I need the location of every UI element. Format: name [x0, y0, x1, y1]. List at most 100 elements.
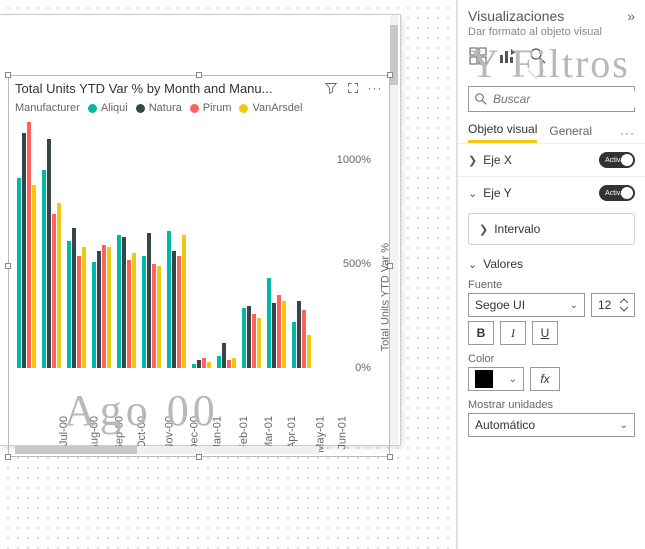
resize-handle-br[interactable] — [387, 454, 393, 460]
bar[interactable] — [107, 247, 111, 368]
page-scrollbar[interactable] — [390, 15, 398, 445]
search-box[interactable] — [468, 86, 635, 112]
legend-item[interactable]: VanArsdel — [239, 102, 302, 114]
resize-handle-bl[interactable] — [5, 454, 11, 460]
search-input[interactable] — [491, 91, 645, 107]
focus-mode-icon[interactable] — [345, 80, 361, 96]
bar[interactable] — [267, 278, 271, 368]
format-visual-icon[interactable] — [498, 46, 518, 66]
bar[interactable] — [292, 322, 296, 368]
subsection-intervalo[interactable]: ❯ Intervalo — [468, 213, 635, 245]
bar-group — [17, 122, 36, 368]
bar[interactable] — [92, 262, 96, 368]
bar[interactable] — [32, 185, 36, 368]
font-family-dropdown[interactable]: Segoe UI ⌄ — [468, 293, 585, 317]
display-units-dropdown[interactable]: Automático ⌄ — [468, 413, 635, 437]
bar[interactable] — [42, 170, 46, 368]
bar[interactable] — [127, 260, 131, 368]
bar[interactable] — [77, 256, 81, 369]
subsection-valores-header[interactable]: ⌄ Valores — [458, 249, 645, 275]
bar[interactable] — [132, 253, 136, 368]
resize-handle-tr[interactable] — [387, 72, 393, 78]
bar-group — [42, 139, 61, 368]
bar[interactable] — [122, 237, 126, 368]
chart-h-scrollbar[interactable] — [15, 446, 319, 454]
bar[interactable] — [222, 343, 226, 368]
bar[interactable] — [202, 358, 206, 368]
bar[interactable] — [247, 306, 251, 369]
bar[interactable] — [47, 139, 51, 368]
report-canvas[interactable]: Total Units YTD Var % by Month and Manu.… — [0, 0, 455, 549]
bar[interactable] — [17, 178, 21, 368]
bar[interactable] — [307, 335, 311, 368]
bar[interactable] — [227, 360, 231, 368]
bar[interactable] — [72, 228, 76, 368]
bar[interactable] — [282, 301, 286, 368]
expand-panel-icon[interactable]: » — [627, 8, 635, 24]
color-picker[interactable]: ⌄ — [468, 367, 524, 391]
chevron-down-icon: ⌄ — [468, 187, 477, 200]
bar[interactable] — [232, 358, 236, 368]
eje-x-toggle[interactable]: Activado — [599, 152, 635, 168]
bar[interactable] — [22, 133, 26, 368]
tab-general[interactable]: General — [549, 124, 592, 142]
filter-icon[interactable] — [323, 80, 339, 96]
bar[interactable] — [152, 264, 156, 368]
chart-y-axis: Total Units YTD Var % 0%500%1000% — [319, 118, 389, 368]
bar[interactable] — [52, 214, 56, 368]
section-eje-x-header[interactable]: ❯ Eje X Activado — [458, 144, 645, 176]
bar[interactable] — [197, 360, 201, 368]
bar[interactable] — [27, 122, 31, 368]
tab-more-icon[interactable]: ··· — [620, 126, 635, 140]
x-tick-label: Jun-01 — [336, 416, 348, 450]
bar[interactable] — [172, 251, 176, 368]
bar[interactable] — [277, 295, 281, 368]
font-style-controls: B I U — [458, 321, 645, 349]
bar[interactable] — [217, 356, 221, 369]
color-fx-button[interactable]: fx — [530, 367, 560, 391]
visual-container[interactable]: Total Units YTD Var % by Month and Manu.… — [8, 75, 390, 457]
font-controls: Segoe UI ⌄ 12 — [458, 293, 645, 321]
build-visual-icon[interactable] — [468, 46, 488, 66]
more-options-icon[interactable]: ··· — [367, 80, 383, 96]
bar[interactable] — [57, 203, 61, 368]
panel-header: Visualizaciones » — [458, 0, 645, 26]
resize-handle-bm[interactable] — [196, 454, 202, 460]
bar[interactable] — [97, 251, 101, 368]
bar-group — [67, 228, 86, 368]
chart-h-scrollbar-thumb[interactable] — [15, 446, 137, 454]
bar[interactable] — [147, 233, 151, 368]
chart-plot-area[interactable] — [15, 118, 319, 368]
panel-subtitle: Dar formato al objeto visual — [458, 26, 645, 42]
x-tick-label: Apr-01 — [286, 416, 298, 449]
legend-item[interactable]: Pirum — [190, 102, 232, 114]
bar[interactable] — [142, 256, 146, 369]
bar[interactable] — [117, 235, 121, 368]
legend-label: VanArsdel — [252, 102, 302, 114]
eje-y-toggle[interactable]: Activado — [599, 185, 635, 201]
bar[interactable] — [67, 241, 71, 368]
font-size-stepper[interactable]: 12 — [591, 293, 635, 317]
resize-handle-tl[interactable] — [5, 72, 11, 78]
bar[interactable] — [157, 266, 161, 368]
bar[interactable] — [272, 303, 276, 368]
resize-handle-tm[interactable] — [196, 72, 202, 78]
bar[interactable] — [257, 318, 261, 368]
italic-button[interactable]: I — [500, 321, 526, 345]
underline-button[interactable]: U — [532, 321, 558, 345]
bar[interactable] — [302, 310, 306, 368]
bar[interactable] — [252, 314, 256, 368]
bar[interactable] — [177, 256, 181, 369]
bar[interactable] — [102, 245, 106, 368]
bar[interactable] — [297, 301, 301, 368]
bar[interactable] — [82, 247, 86, 368]
bar[interactable] — [242, 308, 246, 368]
tab-visual[interactable]: Objeto visual — [468, 122, 537, 143]
legend-item[interactable]: Aliqui — [88, 102, 128, 114]
section-eje-y-header[interactable]: ⌄ Eje Y Activado — [458, 177, 645, 209]
bar[interactable] — [167, 231, 171, 369]
bar[interactable] — [182, 235, 186, 368]
analytics-icon[interactable] — [528, 46, 548, 66]
bold-button[interactable]: B — [468, 321, 494, 345]
legend-item[interactable]: Natura — [136, 102, 182, 114]
